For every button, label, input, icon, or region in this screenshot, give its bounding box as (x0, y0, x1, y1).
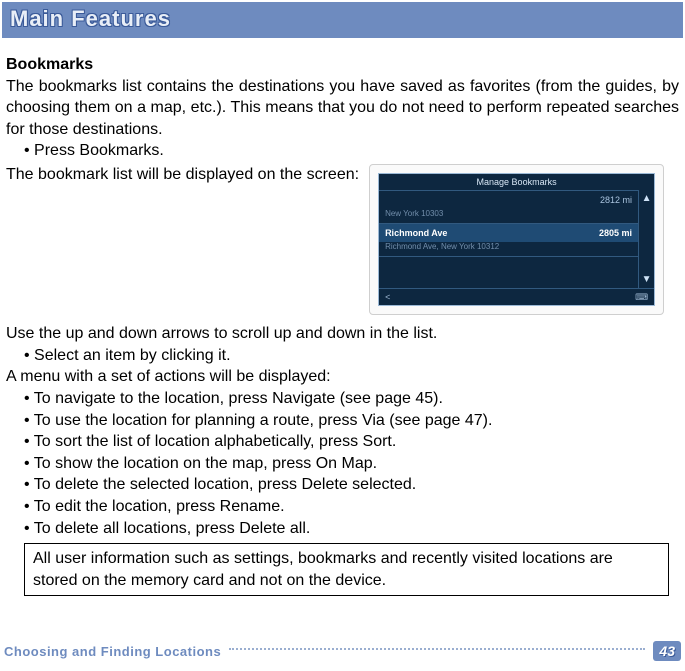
page-title: Main Features (10, 6, 675, 32)
embedded-screenshot-frame: Manage Bookmarks 2812 mi New York 10303 (369, 164, 664, 315)
bookmark-row-name: Richmond Ave (385, 227, 447, 239)
footer-section-title: Choosing and Finding Locations (4, 644, 221, 659)
use-arrows-text: Use the up and down arrows to scroll up … (6, 323, 679, 345)
scroll-down-icon[interactable]: ▼ (639, 271, 654, 289)
bullet-rename: • To edit the location, press Rename. (6, 496, 679, 518)
bullet-delete-all: • To delete all locations, press Delete … (6, 518, 679, 540)
bullet-delete-selected: • To delete the selected location, press… (6, 474, 679, 496)
scroll-up-icon[interactable]: ▲ (639, 190, 654, 208)
bullet-select-item: • Select an item by clicking it. (6, 345, 679, 367)
bullet-press-bookmarks: • Press Bookmarks. (6, 140, 679, 162)
bullet-on-map: • To show the location on the map, press… (6, 453, 679, 475)
content: Bookmarks The bookmarks list contains th… (0, 54, 685, 596)
manage-bookmarks-screen: Manage Bookmarks 2812 mi New York 10303 (378, 173, 655, 306)
header-bar: Main Features (2, 2, 683, 38)
bookmark-list-displayed-text: The bookmark list will be displayed on t… (6, 164, 359, 186)
intro-paragraph: The bookmarks list contains the destinat… (6, 76, 679, 141)
page-footer: Choosing and Finding Locations 43 (4, 641, 681, 661)
section-heading: Bookmarks (6, 54, 679, 76)
bookmark-row-distance: 2812 mi (600, 194, 632, 206)
bullet-sort: • To sort the list of location alphabeti… (6, 431, 679, 453)
footer-leader-dots (229, 648, 645, 650)
menu-displayed-text: A menu with a set of actions will be dis… (6, 366, 679, 388)
bookmark-row-sub: Richmond Ave, New York 10312 (379, 242, 638, 256)
info-note-box: All user information such as settings, b… (24, 543, 669, 596)
bookmark-row[interactable]: Richmond Ave 2805 mi (379, 223, 638, 242)
bullet-via: • To use the location for planning a rou… (6, 410, 679, 432)
bookmark-row[interactable]: 2812 mi (379, 190, 638, 209)
bookmark-row-distance: 2805 mi (599, 227, 632, 239)
page-number-badge: 43 (653, 641, 681, 661)
manage-bookmarks-title: Manage Bookmarks (379, 174, 654, 190)
bullet-navigate: • To navigate to the location, press Nav… (6, 388, 679, 410)
back-icon[interactable]: < (385, 291, 390, 303)
bookmark-row-sub: New York 10303 (379, 209, 638, 223)
keyboard-icon[interactable]: ⌨ (635, 291, 648, 303)
